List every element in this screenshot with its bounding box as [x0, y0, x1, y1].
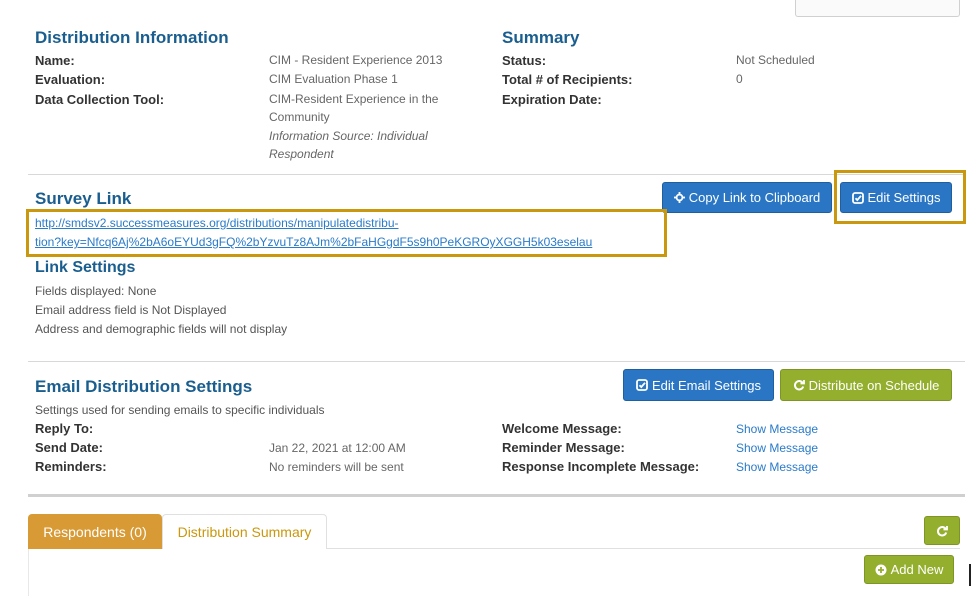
survey-url-line2[interactable]: tion?key=Nfcq6Aj%2bA6oEYUd3gFQ%2bYzvuTz8…	[35, 235, 592, 249]
tabs-top-border	[28, 494, 965, 497]
tool-note-line1: Information Source: Individual	[269, 129, 428, 143]
tool-value-line1: CIM-Resident Experience in the	[269, 92, 439, 106]
tab-distribution-summary-label: Distribution Summary	[177, 524, 312, 540]
reminders-label: Reminders:	[35, 459, 107, 474]
name-label: Name:	[35, 53, 75, 68]
tab-distribution-summary[interactable]: Distribution Summary	[162, 514, 327, 549]
refresh-icon	[793, 379, 805, 391]
gear-icon	[673, 192, 685, 203]
reply-to-label: Reply To:	[35, 421, 94, 436]
email-field-text: Email address field is Not Displayed	[35, 303, 227, 317]
divider	[28, 174, 965, 175]
plus-circle-icon	[875, 564, 887, 576]
edit-settings-label: Edit Settings	[867, 190, 941, 205]
welcome-show-message-link[interactable]: Show Message	[736, 422, 818, 436]
edit-email-settings-label: Edit Email Settings	[651, 377, 762, 393]
edit-email-settings-button[interactable]: Edit Email Settings	[623, 369, 774, 401]
refresh-button[interactable]	[924, 516, 960, 545]
summary-heading: Summary	[502, 28, 580, 47]
tab-respondents-label: Respondents (0)	[43, 523, 147, 540]
address-fields-text: Address and demographic fields will not …	[35, 322, 288, 336]
email-description: Settings used for sending emails to spec…	[35, 403, 325, 417]
text-cursor	[969, 564, 971, 586]
survey-link-heading: Survey Link	[35, 189, 132, 208]
tab-respondents[interactable]: Respondents (0)	[28, 514, 162, 549]
incomplete-show-message-link[interactable]: Show Message	[736, 460, 818, 474]
tool-label: Data Collection Tool:	[35, 92, 165, 107]
edit-icon	[851, 191, 864, 204]
top-dropdown-partial[interactable]	[795, 0, 960, 17]
evaluation-label: Evaluation:	[35, 72, 106, 87]
copy-link-label: Copy Link to Clipboard	[688, 190, 821, 205]
add-new-label: Add New	[890, 562, 944, 577]
fields-displayed-text: Fields displayed: None	[35, 284, 157, 298]
reminder-show-message-link[interactable]: Show Message	[736, 441, 818, 455]
reminder-message-label: Reminder Message:	[502, 440, 625, 455]
status-label: Status:	[502, 53, 547, 68]
copy-link-button[interactable]: Copy Link to Clipboard	[662, 182, 832, 213]
distribution-heading: Distribution Information	[35, 28, 229, 47]
send-date-label: Send Date:	[35, 440, 103, 455]
evaluation-value: CIM Evaluation Phase 1	[269, 72, 398, 86]
reminders-value: No reminders will be sent	[269, 460, 404, 474]
status-value: Not Scheduled	[736, 53, 815, 67]
recipients-value: 0	[736, 72, 743, 86]
email-settings-heading: Email Distribution Settings	[35, 377, 253, 396]
edit-settings-button[interactable]: Edit Settings	[840, 182, 952, 213]
add-new-button[interactable]: Add New	[864, 555, 954, 584]
send-date-value: Jan 22, 2021 at 12:00 AM	[269, 441, 406, 455]
survey-url-line1[interactable]: http://smdsv2.successmeasures.org/distri…	[35, 216, 399, 230]
tool-note-line2: Respondent	[269, 147, 334, 161]
distribute-on-schedule-label: Distribute on Schedule	[808, 377, 940, 393]
incomplete-message-label: Response Incomplete Message:	[502, 459, 700, 474]
name-value: CIM - Resident Experience 2013	[269, 53, 443, 67]
welcome-message-label: Welcome Message:	[502, 421, 622, 436]
recipients-label: Total # of Recipients:	[502, 72, 633, 87]
distribute-on-schedule-button[interactable]: Distribute on Schedule	[780, 369, 952, 401]
link-settings-heading: Link Settings	[35, 259, 136, 276]
edit-icon	[636, 379, 648, 391]
tab-panel	[28, 548, 960, 596]
refresh-icon	[936, 525, 948, 537]
divider	[28, 361, 965, 362]
expiration-label: Expiration Date:	[502, 92, 602, 107]
tool-value-line2: Community	[269, 110, 330, 124]
